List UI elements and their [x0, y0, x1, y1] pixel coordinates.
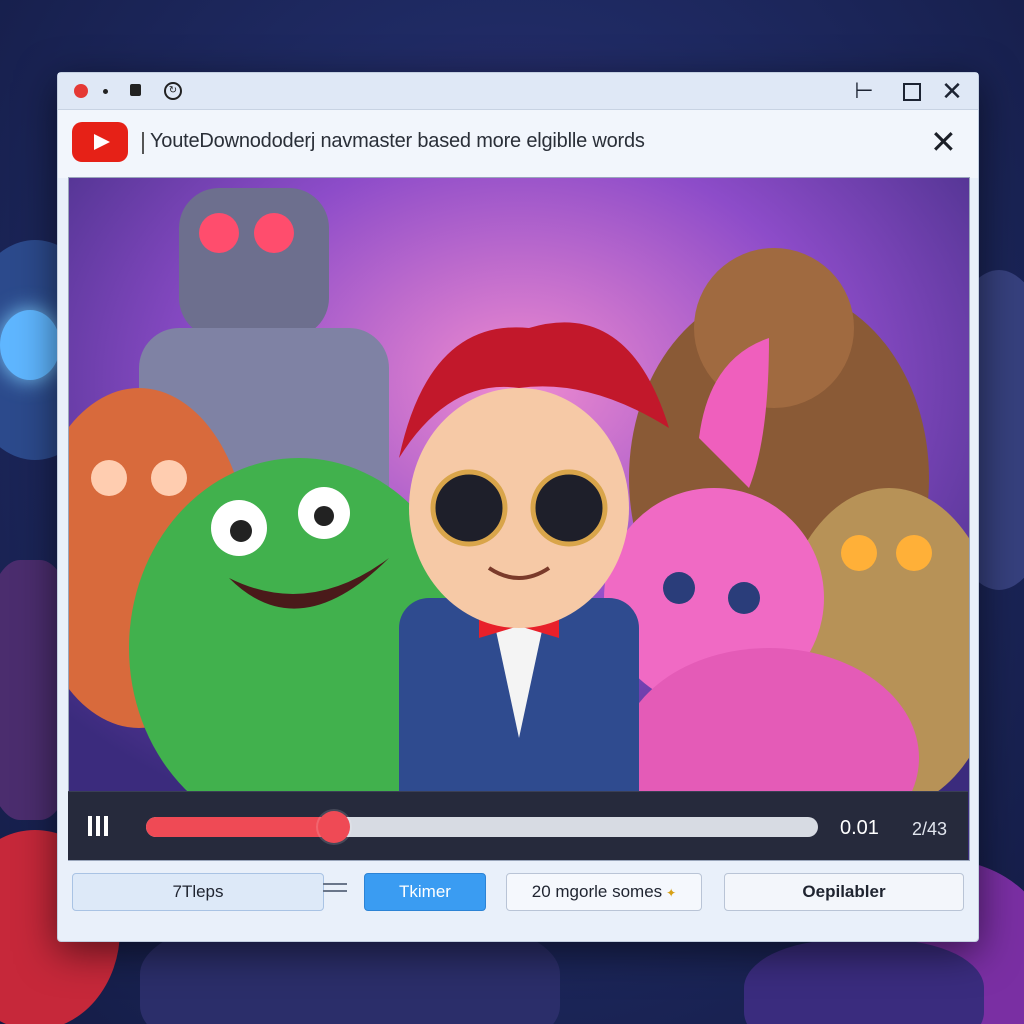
maximize-button[interactable]: [898, 77, 926, 105]
pause-bar-icon: [88, 816, 92, 836]
more-options-button[interactable]: 20 mgorle somes ✦: [506, 873, 702, 911]
window-close-button[interactable]: ✕: [938, 77, 966, 105]
drag-handle-icon[interactable]: [323, 883, 347, 899]
maximize-icon: [903, 83, 921, 102]
robot-eye: [0, 310, 60, 380]
steps-button-label: 7Tleps: [172, 882, 224, 901]
compile-button[interactable]: Oepilabler: [724, 873, 964, 911]
video-thumbnail: [69, 178, 969, 860]
address-text[interactable]: YouteDownododerj navmaster based more el…: [150, 130, 645, 153]
current-time: 0.01: [840, 817, 879, 839]
pause-button[interactable]: [88, 816, 128, 838]
more-options-label: 20 mgorle somes: [531, 882, 663, 901]
sparkle-icon: ✦: [666, 886, 677, 900]
refresh-icon[interactable]: ↻: [164, 82, 182, 100]
youtube-logo-icon: [72, 122, 128, 162]
app-window: ↻ ⊢ ✕ YouteDownododerj navmaster based m…: [57, 72, 979, 942]
dot-icon: [103, 89, 108, 94]
video-frame[interactable]: [68, 177, 970, 861]
close-icon[interactable]: ✕: [930, 124, 957, 160]
progress-bar[interactable]: [146, 811, 818, 843]
progress-fill: [146, 817, 335, 837]
background-foliage: [744, 940, 984, 1024]
minimize-button[interactable]: ⊢: [850, 77, 878, 105]
timer-button[interactable]: Tkimer: [364, 873, 486, 911]
stop-icon[interactable]: [130, 84, 141, 96]
pause-bar-icon: [96, 816, 100, 836]
total-time: 2/43: [912, 819, 948, 839]
text-cursor: [142, 132, 144, 154]
address-bar: YouteDownododerj navmaster based more el…: [58, 110, 978, 178]
record-icon[interactable]: [74, 84, 88, 98]
title-bar: ↻ ⊢ ✕: [58, 73, 978, 110]
progress-handle[interactable]: [318, 811, 351, 843]
steps-button[interactable]: 7Tleps: [72, 873, 347, 911]
player-controls: 0.01 2/43: [68, 791, 968, 860]
action-button-row: 7Tleps Tkimer 20 mgorle somes ✦ Oepilable…: [58, 873, 978, 923]
pause-bar-icon: [104, 816, 108, 836]
